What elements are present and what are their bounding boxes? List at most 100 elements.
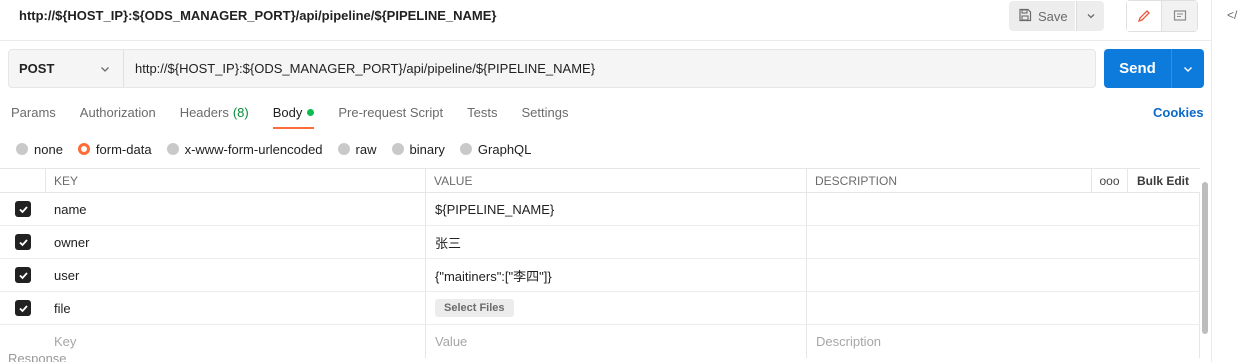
new-key-input[interactable]: Key	[46, 325, 426, 358]
comments-mode-button[interactable]	[1162, 1, 1197, 31]
pencil-icon	[1137, 10, 1150, 23]
request-tabs: Params Authorization Headers (8) Body Pre…	[11, 105, 592, 129]
check-icon	[18, 238, 28, 246]
value-cell: Select Files	[426, 292, 807, 324]
body-type-label: form-data	[95, 141, 152, 157]
tab-tests[interactable]: Tests	[467, 105, 497, 129]
body-type-graphql[interactable]: GraphQL	[459, 141, 532, 157]
value-cell[interactable]: {"maitiners":["李四"]}	[426, 259, 807, 291]
send-options-button[interactable]	[1171, 49, 1204, 88]
tab-settings[interactable]: Settings	[521, 105, 568, 129]
body-status-dot	[307, 109, 315, 116]
body-type-label: x-www-form-urlencoded	[184, 141, 323, 157]
response-section-title[interactable]: Response	[8, 351, 67, 362]
save-options-button[interactable]	[1076, 1, 1104, 31]
table-row-new: Key Value Description	[0, 325, 1200, 358]
tab-headers[interactable]: Headers (8)	[180, 105, 249, 129]
request-title[interactable]: http://${HOST_IP}:${ODS_MANAGER_PORT}/ap…	[19, 8, 496, 23]
url-bar: POST http://${HOST_IP}:${ODS_MANAGER_POR…	[8, 49, 1096, 88]
body-type-label: binary	[409, 141, 445, 157]
checkbox[interactable]	[15, 300, 31, 316]
check-icon	[18, 304, 28, 312]
tab-label: Settings	[521, 105, 569, 120]
bulk-edit-button[interactable]: Bulk Edit	[1128, 169, 1200, 192]
tab-body[interactable]: Body	[272, 105, 315, 129]
send-button[interactable]: Send	[1104, 49, 1171, 88]
body-type-binary[interactable]: binary	[391, 141, 445, 157]
form-data-table: KEY VALUE DESCRIPTION ooo Bulk Edit name…	[0, 168, 1200, 358]
description-cell[interactable]	[807, 226, 1200, 258]
headers-count: (8)	[232, 105, 249, 120]
body-type-label: GraphQL	[477, 141, 532, 157]
check-icon	[18, 271, 28, 279]
new-description-input[interactable]: Description	[807, 325, 1200, 358]
table-header: KEY VALUE DESCRIPTION ooo Bulk Edit	[0, 168, 1200, 193]
table-row: owner 张三	[0, 226, 1200, 259]
view-mode-toggle	[1126, 0, 1198, 32]
method-label: POST	[19, 61, 55, 76]
body-type-label: none	[34, 141, 63, 157]
cookies-link[interactable]: Cookies	[1153, 105, 1204, 120]
body-type-urlencoded[interactable]: x-www-form-urlencoded	[166, 141, 323, 157]
table-row: name ${PIPELINE_NAME}	[0, 193, 1200, 226]
checkbox[interactable]	[15, 267, 31, 283]
key-cell[interactable]: name	[46, 193, 426, 225]
chevron-down-icon	[1087, 14, 1094, 19]
body-type-form-data[interactable]: form-data	[77, 141, 152, 157]
radio-button[interactable]	[166, 143, 179, 155]
body-type-selector: none form-data x-www-form-urlencoded raw…	[16, 141, 546, 157]
value-cell[interactable]: ${PIPELINE_NAME}	[426, 193, 807, 225]
check-icon	[18, 205, 28, 213]
description-cell[interactable]	[807, 259, 1200, 291]
scrollbar-thumb[interactable]	[1202, 182, 1208, 334]
table-row: user {"maitiners":["李四"]}	[0, 259, 1200, 292]
method-select[interactable]: POST	[9, 50, 124, 87]
code-icon[interactable]: </	[1227, 8, 1237, 22]
body-type-none[interactable]: none	[16, 142, 63, 157]
row-checkbox-cell	[0, 226, 46, 258]
new-value-input[interactable]: Value	[426, 325, 807, 358]
radio-button[interactable]	[459, 143, 472, 155]
tab-label: Authorization	[79, 105, 156, 120]
url-input[interactable]: http://${HOST_IP}:${ODS_MANAGER_PORT}/ap…	[124, 50, 1095, 87]
select-files-button[interactable]: Select Files	[435, 299, 514, 317]
key-cell[interactable]: user	[46, 259, 426, 291]
tab-pre-request-script[interactable]: Pre-request Script	[338, 105, 443, 129]
value-cell[interactable]: 张三	[426, 226, 807, 258]
key-cell[interactable]: owner	[46, 226, 426, 258]
row-checkbox-cell	[0, 193, 46, 225]
checkbox[interactable]	[15, 234, 31, 250]
description-cell[interactable]	[807, 292, 1200, 324]
tab-label: Tests	[467, 105, 498, 120]
send-group: Send	[1104, 49, 1204, 88]
save-icon	[1018, 8, 1032, 25]
chevron-down-icon	[1184, 66, 1192, 72]
save-group: Save	[1009, 1, 1104, 31]
tab-label: Params	[11, 105, 56, 120]
header-checkbox-cell	[0, 169, 46, 192]
tab-label: Pre-request Script	[338, 105, 444, 120]
more-options-button[interactable]: ooo	[1092, 169, 1128, 192]
body-type-raw[interactable]: raw	[337, 141, 377, 157]
checkbox[interactable]	[15, 201, 31, 217]
radio-button[interactable]	[77, 143, 90, 155]
header-description: DESCRIPTION	[807, 169, 1092, 192]
save-label: Save	[1038, 8, 1068, 24]
key-cell[interactable]: file	[46, 292, 426, 324]
table-row: file Select Files	[0, 292, 1200, 325]
comment-icon	[1173, 10, 1186, 21]
radio-button[interactable]	[337, 143, 350, 155]
row-checkbox-cell	[0, 259, 46, 291]
tab-params[interactable]: Params	[11, 105, 56, 129]
radio-button[interactable]	[16, 143, 28, 155]
edit-mode-button[interactable]	[1127, 1, 1162, 31]
description-cell[interactable]	[807, 193, 1200, 225]
tab-label: Headers	[179, 105, 229, 120]
chevron-down-icon	[101, 66, 109, 72]
tab-authorization[interactable]: Authorization	[80, 105, 156, 129]
body-type-label: raw	[355, 141, 377, 157]
save-button[interactable]: Save	[1009, 1, 1075, 31]
header-value: VALUE	[426, 169, 807, 192]
radio-button[interactable]	[391, 143, 404, 155]
side-panel-divider	[1211, 0, 1212, 362]
